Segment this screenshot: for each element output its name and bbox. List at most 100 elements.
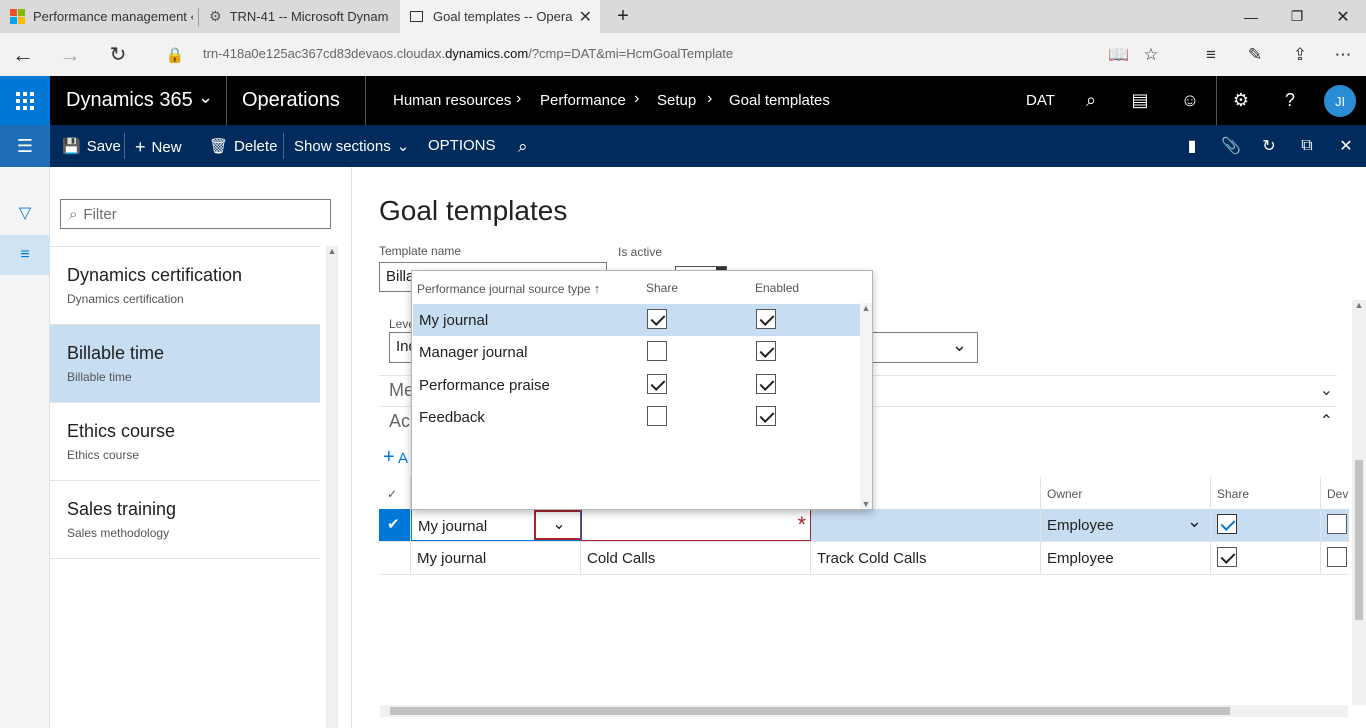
column-header-owner[interactable]: Owner [1041, 477, 1211, 509]
list-item[interactable]: Ethics course Ethics course [50, 403, 320, 481]
options-tab[interactable]: OPTIONS [428, 137, 496, 154]
show-sections-button[interactable]: Show sections ⌄ [294, 137, 409, 156]
goal-name-cell[interactable]: Cold Calls [581, 542, 811, 574]
office-icon[interactable]: ▮ [1173, 125, 1211, 167]
back-button[interactable]: ← [3, 33, 43, 76]
attachment-icon[interactable]: 📎 [1212, 125, 1250, 167]
delete-button[interactable]: 🗑 Delete [209, 137, 277, 156]
close-icon[interactable]: ✕ [1327, 125, 1365, 167]
table-row[interactable]: My journal Cold Calls Track Cold Calls E… [379, 542, 1349, 575]
url-field[interactable]: trn-418a0e125ac367cd83devaos.cloudax.dyn… [203, 46, 733, 61]
browser-tab-goal-templates[interactable]: Goal templates -- Opera ✕ [400, 0, 600, 33]
list-scrollbar[interactable]: ▲ [326, 246, 338, 728]
filter-input[interactable] [83, 205, 314, 223]
browser-tab-performance[interactable]: Performance management ‹ [0, 0, 197, 33]
dev-checkbox[interactable] [1321, 542, 1349, 574]
checkbox[interactable] [1327, 547, 1347, 567]
table-row[interactable]: ✔ My journal ⌄ * Employee ⌄ [379, 509, 1349, 542]
select-all-check-icon[interactable]: ✓ [379, 477, 411, 509]
app-launcher-icon[interactable] [0, 76, 50, 125]
lookup-header-share[interactable]: Share [646, 281, 678, 295]
lookup-header-enabled[interactable]: Enabled [755, 281, 799, 295]
lookup-row[interactable]: Feedback [413, 401, 860, 433]
hamburger-menu-icon[interactable]: ☰ [0, 125, 50, 167]
avatar[interactable]: JI [1324, 85, 1356, 117]
vertical-scrollbar[interactable]: ▲ [1352, 300, 1366, 705]
open-new-window-icon[interactable]: ⧉ [1288, 125, 1326, 167]
search-icon[interactable]: ⌕ [518, 137, 528, 157]
checkbox[interactable] [1217, 547, 1237, 567]
more-icon[interactable]: ⋯ [1330, 43, 1356, 67]
list-item[interactable]: Billable time Billable time [50, 325, 320, 403]
breadcrumb-human-resources[interactable]: Human resources [393, 92, 511, 109]
scroll-thumb[interactable] [390, 707, 1230, 715]
scroll-down-icon[interactable]: ▼ [860, 499, 872, 509]
checkbox[interactable] [1217, 514, 1237, 534]
forward-button[interactable]: → [50, 33, 90, 76]
feedback-smiley-icon[interactable]: ☺ [1170, 76, 1210, 125]
chevron-right-icon: › [634, 90, 640, 107]
brand-label[interactable]: Dynamics 365 [66, 89, 193, 112]
share-checkbox [647, 406, 667, 426]
lookup-row[interactable]: Manager journal [413, 336, 860, 368]
close-window-button[interactable]: ✕ [1320, 0, 1366, 33]
list-item[interactable]: Sales training Sales methodology [50, 481, 320, 559]
chevron-down-icon[interactable]: ⌄ [198, 87, 213, 108]
new-button[interactable]: + New [135, 137, 182, 158]
scroll-up-icon[interactable]: ▲ [860, 303, 872, 313]
browser-tab-title: Performance management ‹ [33, 9, 193, 24]
minimize-button[interactable]: — [1228, 0, 1274, 33]
company-picker[interactable]: DAT [1026, 92, 1055, 109]
refresh-icon[interactable]: ↻ [1250, 125, 1288, 167]
description-cell[interactable]: Track Cold Calls [811, 542, 1041, 574]
hub-icon[interactable]: ≡ [1198, 43, 1224, 67]
share-checkbox[interactable] [1211, 542, 1321, 574]
goal-name-field[interactable]: * [581, 509, 811, 541]
breadcrumb-performance[interactable]: Performance [540, 92, 626, 109]
favorite-star-icon[interactable]: ☆ [1138, 43, 1164, 67]
close-tab-icon[interactable]: ✕ [579, 7, 592, 27]
owner-dropdown[interactable]: Employee ⌄ [1041, 509, 1211, 541]
chevron-up-icon: ⌃ [1319, 413, 1333, 430]
owner-cell[interactable]: Employee [1041, 542, 1211, 574]
horizontal-scrollbar[interactable] [380, 705, 1348, 717]
list-item[interactable]: Dynamics certification Dynamics certific… [50, 247, 320, 325]
row-selected-check-icon[interactable]: ✔ [379, 509, 411, 541]
browser-tab-trn41[interactable]: ⚙ TRN-41 -- Microsoft Dynam [199, 0, 399, 33]
checkbox[interactable] [1327, 514, 1347, 534]
template-name-label: Template name [379, 244, 462, 258]
lookup-row[interactable]: My journal [413, 304, 860, 336]
reading-view-icon[interactable]: 📖 [1106, 43, 1132, 67]
scroll-up-icon[interactable]: ▲ [326, 246, 338, 256]
lookup-row[interactable]: Performance praise [413, 369, 860, 401]
share-icon[interactable]: ⇪ [1287, 43, 1313, 67]
gear-icon[interactable]: ⚙ [1221, 76, 1261, 125]
web-note-icon[interactable]: ✎ [1242, 43, 1268, 67]
description-cell[interactable] [811, 509, 1041, 541]
browser-tab-strip: Performance management ‹ ⚙ TRN-41 -- Mic… [0, 0, 1366, 33]
dev-checkbox[interactable] [1321, 509, 1349, 541]
lookup-scrollbar[interactable]: ▲ ▼ [860, 303, 872, 509]
type-dropdown[interactable]: My journal ⌄ [411, 509, 581, 541]
row-selector[interactable] [379, 542, 411, 574]
scroll-thumb[interactable] [1355, 460, 1363, 620]
message-icon[interactable]: ▤ [1120, 76, 1160, 125]
list-pane: ⌕ Dynamics certification Dynamics certif… [50, 167, 352, 728]
restore-button[interactable]: ❐ [1274, 0, 1320, 33]
add-button[interactable]: + A [383, 446, 408, 469]
new-tab-button[interactable]: + [600, 0, 646, 33]
filter-funnel-icon[interactable]: ▽ [0, 193, 50, 233]
search-icon[interactable]: ⌕ [1071, 76, 1111, 125]
save-button[interactable]: 💾 Save [62, 137, 121, 156]
filter-box[interactable]: ⌕ [60, 199, 331, 229]
type-cell[interactable]: My journal [411, 542, 581, 574]
refresh-button[interactable]: ↻ [98, 33, 138, 76]
breadcrumb-setup[interactable]: Setup [657, 92, 696, 109]
breadcrumb-goal-templates[interactable]: Goal templates [729, 92, 830, 109]
search-icon: ⌕ [69, 205, 78, 223]
column-header-share[interactable]: Share [1211, 477, 1321, 509]
help-icon[interactable]: ? [1270, 76, 1310, 125]
list-icon[interactable]: ≡ [0, 235, 50, 275]
share-checkbox[interactable] [1211, 509, 1321, 541]
lookup-header-type[interactable]: Performance journal source type ↑ [417, 281, 600, 296]
